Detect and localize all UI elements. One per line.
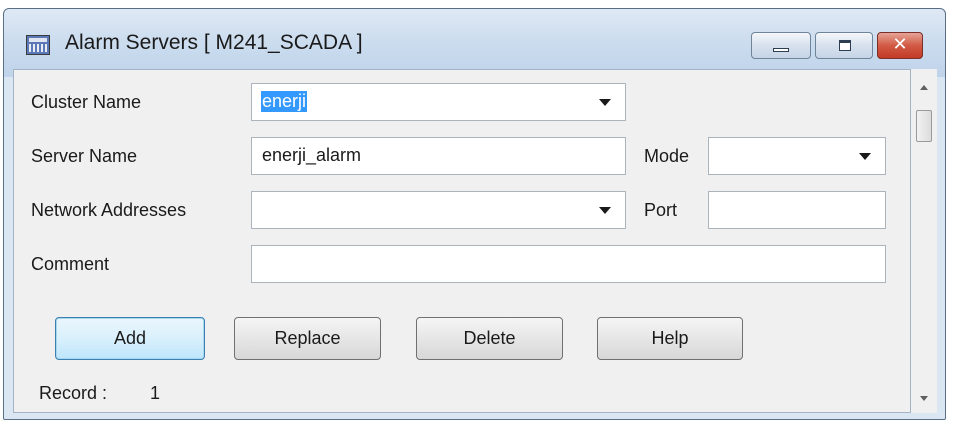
- title-bar[interactable]: Alarm Servers [ M241_SCADA ] ✕: [4, 9, 945, 77]
- close-icon: ✕: [892, 34, 908, 55]
- server-name-value: enerji_alarm: [262, 145, 362, 165]
- port-label: Port: [644, 200, 678, 220]
- vertical-scrollbar[interactable]: [911, 69, 937, 413]
- chevron-down-icon[interactable]: [599, 99, 611, 106]
- mode-select[interactable]: [708, 137, 886, 175]
- replace-button[interactable]: Replace: [234, 317, 381, 360]
- server-name-input[interactable]: enerji_alarm: [251, 137, 626, 175]
- cluster-name-select[interactable]: enerji: [251, 83, 626, 121]
- cluster-name-value: enerji: [261, 91, 308, 112]
- chevron-down-icon[interactable]: [599, 207, 611, 214]
- chevron-down-icon[interactable]: [859, 153, 871, 160]
- help-button[interactable]: Help: [597, 317, 743, 360]
- close-button[interactable]: ✕: [877, 32, 923, 59]
- port-input[interactable]: [708, 191, 886, 229]
- maximize-button[interactable]: [815, 32, 873, 59]
- add-button[interactable]: Add: [55, 317, 205, 360]
- minimize-icon: [773, 48, 789, 52]
- maximize-icon: [839, 40, 851, 51]
- form-panel: Cluster Name enerji Server Name enerji_a…: [13, 69, 911, 413]
- alarm-servers-window: Alarm Servers [ M241_SCADA ] ✕ Cluster N…: [3, 8, 946, 420]
- window-title: Alarm Servers [ M241_SCADA ]: [65, 31, 363, 54]
- app-grid-icon[interactable]: [26, 35, 50, 55]
- network-addresses-select[interactable]: [251, 191, 626, 229]
- server-name-label: Server Name: [31, 146, 138, 166]
- record-number: 1: [150, 383, 161, 403]
- scroll-up-icon[interactable]: [920, 85, 928, 90]
- delete-button[interactable]: Delete: [416, 317, 563, 360]
- minimize-button[interactable]: [751, 32, 811, 59]
- comment-input[interactable]: [251, 245, 886, 283]
- scroll-down-icon[interactable]: [920, 396, 928, 401]
- network-addresses-label: Network Addresses: [31, 200, 187, 220]
- cluster-name-label: Cluster Name: [31, 92, 142, 112]
- mode-label: Mode: [644, 146, 690, 166]
- comment-label: Comment: [31, 254, 110, 274]
- scroll-thumb[interactable]: [916, 110, 932, 142]
- record-label: Record :: [39, 383, 108, 403]
